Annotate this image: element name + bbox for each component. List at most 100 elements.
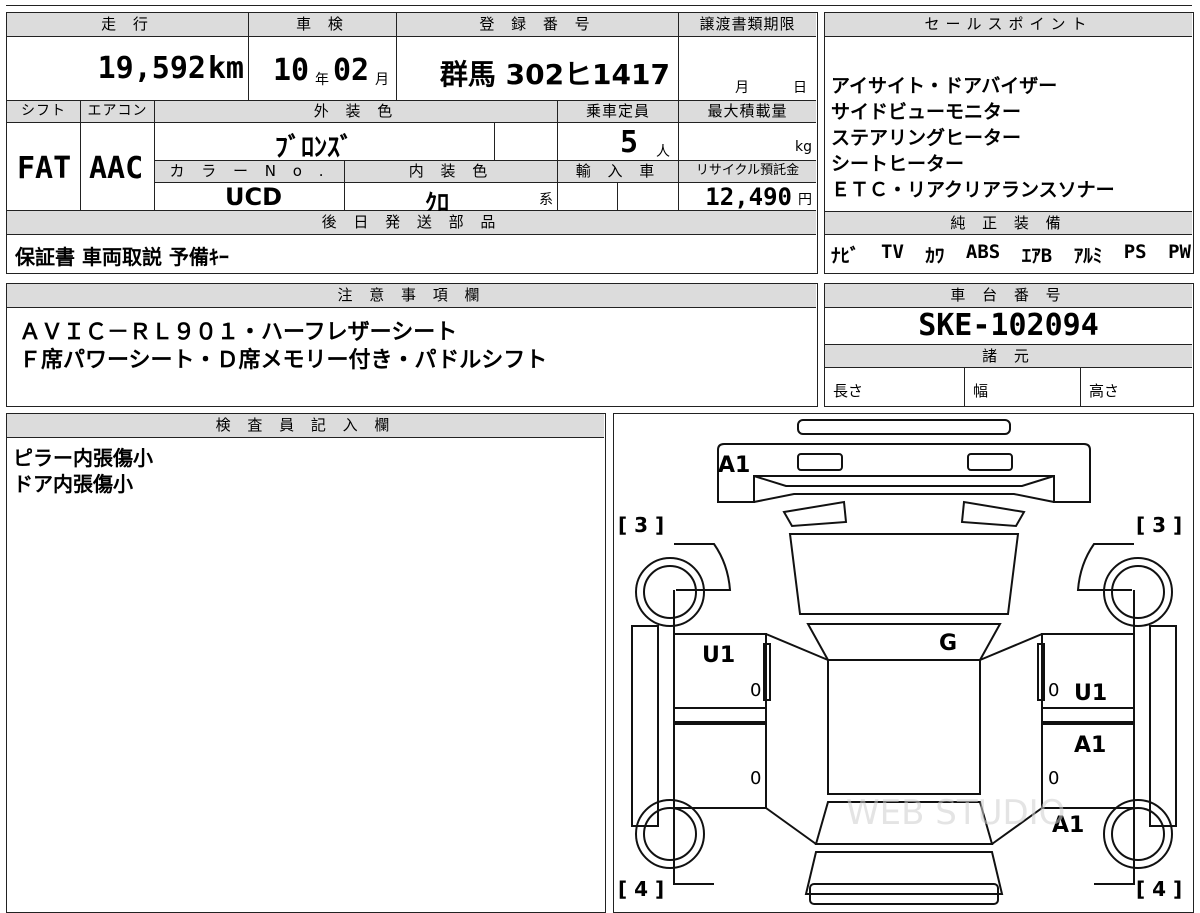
equipment-item: ｱﾙﾐ <box>1073 245 1103 267</box>
inspection-year-unit: 年 <box>315 72 329 88</box>
spec-height: 高さ <box>1081 368 1192 406</box>
color-no-value: UCD <box>225 183 283 211</box>
car-diagram: [ 3 ] [ 3 ] [ 4 ] [ 4 ] A1 G U1 U1 A1 A1… <box>618 419 1182 905</box>
top-cut-row <box>6 0 1192 6</box>
color-no-cell: UCD <box>155 183 345 211</box>
aircon-cell: AAC <box>81 123 155 211</box>
mark-windshield: G <box>939 631 957 656</box>
sales-point-item: ステアリングヒーター <box>831 127 1022 149</box>
chassis-header: 車 台 番 号 <box>825 284 1192 308</box>
exterior-color-value: ﾌﾞﾛﾝｽﾞ <box>275 133 354 163</box>
equipment-item: ﾅﾋﾞ <box>831 245 860 267</box>
equipment-item: ｶﾜ <box>925 245 945 267</box>
door-zero: 0 <box>750 680 761 701</box>
genuine-equipment-header: 純 正 装 備 <box>825 211 1192 235</box>
inspection-header: 車 検 <box>249 13 397 37</box>
mark-right-front-door: U1 <box>1074 681 1107 706</box>
capacity-value: 5 <box>620 125 639 160</box>
door-zero: 0 <box>1048 680 1059 701</box>
registration-value: 群馬 302ヒ1417 <box>439 58 670 91</box>
inspection-month: 02 <box>333 53 370 88</box>
later-parts-cell: 保証書 車両取説 予備ｷｰ <box>7 235 816 272</box>
aircon-value: AAC <box>89 151 144 186</box>
inspection-year: 10 <box>273 53 310 88</box>
inspection-cell: 10 年 02 月 <box>249 37 397 101</box>
import-cell-b <box>618 183 679 211</box>
genuine-equipment-list: ﾅﾋﾞ TV ｶﾜ ABS ｴｱB ｱﾙﾐ PS PW <box>831 241 1191 268</box>
sales-point-header: セールスポイント <box>825 13 1192 37</box>
equipment-item: PS <box>1123 241 1147 263</box>
registration-cell: 群馬 302ヒ1417 <box>397 37 679 101</box>
inspector-note: ピラー内張傷小 <box>13 446 153 470</box>
shift-value: FAT <box>17 151 72 186</box>
inspector-header: 検 査 員 記 入 欄 <box>7 414 604 438</box>
chassis-value: SKE-102094 <box>918 308 1099 343</box>
door-zero: 0 <box>750 768 761 789</box>
max-load-unit: kg <box>795 139 812 155</box>
spec-width-label: 幅 <box>973 382 989 400</box>
specs-header: 諸 元 <box>825 344 1192 368</box>
sales-point-item: ＥＴＣ・リアクリアランスソナー <box>831 179 1115 201</box>
mark-right-rear-door: A1 <box>1074 733 1106 758</box>
equipment-item: ｴｱB <box>1021 245 1053 267</box>
registration-header: 登 録 番 号 <box>397 13 679 37</box>
exterior-color-header: 外 装 色 <box>155 101 558 123</box>
recycle-fee-header: リサイクル預託金 <box>679 161 816 183</box>
tire-right-rear-label: [ 4 ] <box>1136 877 1182 901</box>
shift-cell: FAT <box>7 123 81 211</box>
recycle-fee-cell: 12,490 円 <box>679 183 816 211</box>
spec-length: 長さ <box>825 368 965 406</box>
notes-box: 注 意 事 項 欄 ＡＶＩＣ－ＲＬ９０１・ハーフレザーシート Ｆ席パワーシート・… <box>6 283 818 407</box>
car-diagram-box: [ 3 ] [ 3 ] [ 4 ] [ 4 ] A1 G U1 U1 A1 A1… <box>613 413 1194 913</box>
notes-line: Ｆ席パワーシート・Ｄ席メモリー付き・パドルシフト <box>19 348 548 373</box>
interior-color-cell: ｸﾛ 系 <box>345 183 558 217</box>
mileage-value: 19,592 <box>97 51 206 86</box>
tire-right-front-label: [ 3 ] <box>1136 513 1182 537</box>
spec-height-label: 高さ <box>1089 382 1120 400</box>
mileage-header: 走 行 <box>7 13 249 37</box>
equipment-item: ABS <box>965 241 1001 263</box>
recycle-fee-unit: 円 <box>798 192 812 208</box>
inspection-month-unit: 月 <box>375 72 389 88</box>
inspector-box: 検 査 員 記 入 欄 ピラー内張傷小 ドア内張傷小 <box>6 413 606 913</box>
deadline-day-unit: 日 <box>793 80 807 96</box>
mark-left-front-door: U1 <box>702 643 735 668</box>
sales-point-list: アイサイト・ドアバイザー サイドビューモニター ステアリングヒーター シートヒー… <box>831 73 1191 203</box>
exterior-color-extra <box>495 123 558 161</box>
sales-point-item: シートヒーター <box>831 153 965 175</box>
sales-point-item: アイサイト・ドアバイザー <box>831 75 1058 97</box>
tire-left-front-label: [ 3 ] <box>618 513 664 537</box>
chassis-box: 車 台 番 号 SKE-102094 諸 元 長さ 幅 高さ <box>824 283 1194 407</box>
transfer-deadline-header: 譲渡書類期限 <box>679 13 816 37</box>
interior-color-unit: 系 <box>539 192 553 208</box>
capacity-unit: 人 <box>656 144 670 160</box>
mark-front: A1 <box>718 453 750 478</box>
later-parts-value: 保証書 車両取説 予備ｷｰ <box>15 245 229 269</box>
spec-length-label: 長さ <box>833 382 864 400</box>
max-load-header: 最大積載量 <box>679 101 816 123</box>
aircon-header: エアコン <box>81 101 155 123</box>
equipment-item: PW <box>1168 241 1191 263</box>
mileage-unit: km <box>207 51 244 86</box>
interior-color-header: 内 装 色 <box>345 161 558 183</box>
capacity-cell: 5 人 <box>558 123 679 161</box>
equipment-item: TV <box>881 241 904 263</box>
main-info-table: 走 行 車 検 登 録 番 号 譲渡書類期限 19,592 km 10 年 02… <box>6 12 818 274</box>
tire-left-rear-label: [ 4 ] <box>618 877 664 901</box>
recycle-fee-value: 12,490 <box>705 183 792 211</box>
mileage-cell: 19,592 km <box>7 37 249 101</box>
later-parts-header: 後 日 発 送 部 品 <box>7 211 816 235</box>
deadline-month-unit: 月 <box>735 80 749 96</box>
exterior-color-cell: ﾌﾞﾛﾝｽﾞ <box>155 123 495 163</box>
transfer-deadline-cell: 月 日 <box>679 37 816 101</box>
sales-point-item: サイドビューモニター <box>831 101 1022 123</box>
import-cell-a <box>558 183 618 211</box>
notes-header: 注 意 事 項 欄 <box>7 284 816 308</box>
door-zero: 0 <box>1048 768 1059 789</box>
capacity-header: 乗車定員 <box>558 101 679 123</box>
sales-point-box: セールスポイント アイサイト・ドアバイザー サイドビューモニター ステアリングヒ… <box>824 12 1194 274</box>
max-load-cell: kg <box>679 123 816 161</box>
color-no-header: カ ラ ー N o . <box>155 161 345 183</box>
shift-header: シフト <box>7 101 81 123</box>
import-header: 輸 入 車 <box>558 161 679 183</box>
